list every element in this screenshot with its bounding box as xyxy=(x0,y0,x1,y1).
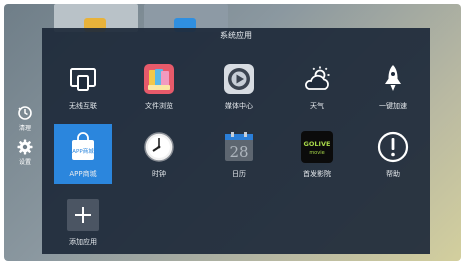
plus-icon xyxy=(66,198,100,232)
cleanup-shortcut[interactable]: 清理 xyxy=(12,104,38,132)
screen-cast-icon xyxy=(66,62,100,96)
rocket-icon xyxy=(376,62,410,96)
app-label: 添加应用 xyxy=(69,238,97,246)
app-label: 时钟 xyxy=(152,170,166,178)
app-label: 天气 xyxy=(310,102,324,110)
cleanup-icon xyxy=(16,104,34,122)
app-wireless-connect[interactable]: 无线互联 xyxy=(54,56,112,116)
calendar-date: 28 xyxy=(229,143,248,161)
settings-label: 设置 xyxy=(18,159,31,166)
panel-title: 系统应用 xyxy=(220,31,252,40)
shopping-bag-icon: APP商城 xyxy=(66,130,100,164)
tv-screen: 清理 设置 系统应用 无线互联 文件浏览 媒体中心 天气 一键加速 APP商城 … xyxy=(4,4,461,261)
app-golive-cinema[interactable]: GOLIVE movie 首发影院 xyxy=(288,124,346,184)
app-label: APP商城 xyxy=(69,170,97,178)
system-apps-panel: 系统应用 无线互联 文件浏览 媒体中心 天气 一键加速 APP商城 APP商城 … xyxy=(42,28,430,254)
cleanup-label: 清理 xyxy=(18,125,31,132)
clock-icon xyxy=(142,130,176,164)
gear-icon xyxy=(16,138,34,156)
app-store-icon-text: APP商城 xyxy=(72,147,94,155)
app-label: 日历 xyxy=(232,170,246,178)
help-icon xyxy=(376,130,410,164)
app-calendar[interactable]: 28 日历 xyxy=(210,124,268,184)
app-weather[interactable]: 天气 xyxy=(288,56,346,116)
app-media-center[interactable]: 媒体中心 xyxy=(210,56,268,116)
golive-logo-text: GOLIVE xyxy=(304,140,331,148)
settings-shortcut[interactable]: 设置 xyxy=(12,138,38,166)
golive-logo-subtext: movie xyxy=(309,150,324,156)
calendar-icon: 28 xyxy=(222,130,256,164)
app-add[interactable]: 添加应用 xyxy=(54,192,112,252)
app-file-browser[interactable]: 文件浏览 xyxy=(130,56,188,116)
app-label: 媒体中心 xyxy=(225,102,253,110)
app-label: 首发影院 xyxy=(303,170,331,178)
app-one-key-boost[interactable]: 一键加速 xyxy=(364,56,422,116)
app-label: 帮助 xyxy=(386,170,400,178)
app-clock[interactable]: 时钟 xyxy=(130,124,188,184)
app-label: 文件浏览 xyxy=(145,102,173,110)
folder-icon xyxy=(142,62,176,96)
app-help[interactable]: 帮助 xyxy=(364,124,422,184)
app-label: 一键加速 xyxy=(379,102,407,110)
app-label: 无线互联 xyxy=(69,102,97,110)
media-player-icon xyxy=(222,62,256,96)
app-store[interactable]: APP商城 APP商城 xyxy=(54,124,112,184)
golive-logo: GOLIVE movie xyxy=(300,130,334,164)
weather-icon xyxy=(300,62,334,96)
